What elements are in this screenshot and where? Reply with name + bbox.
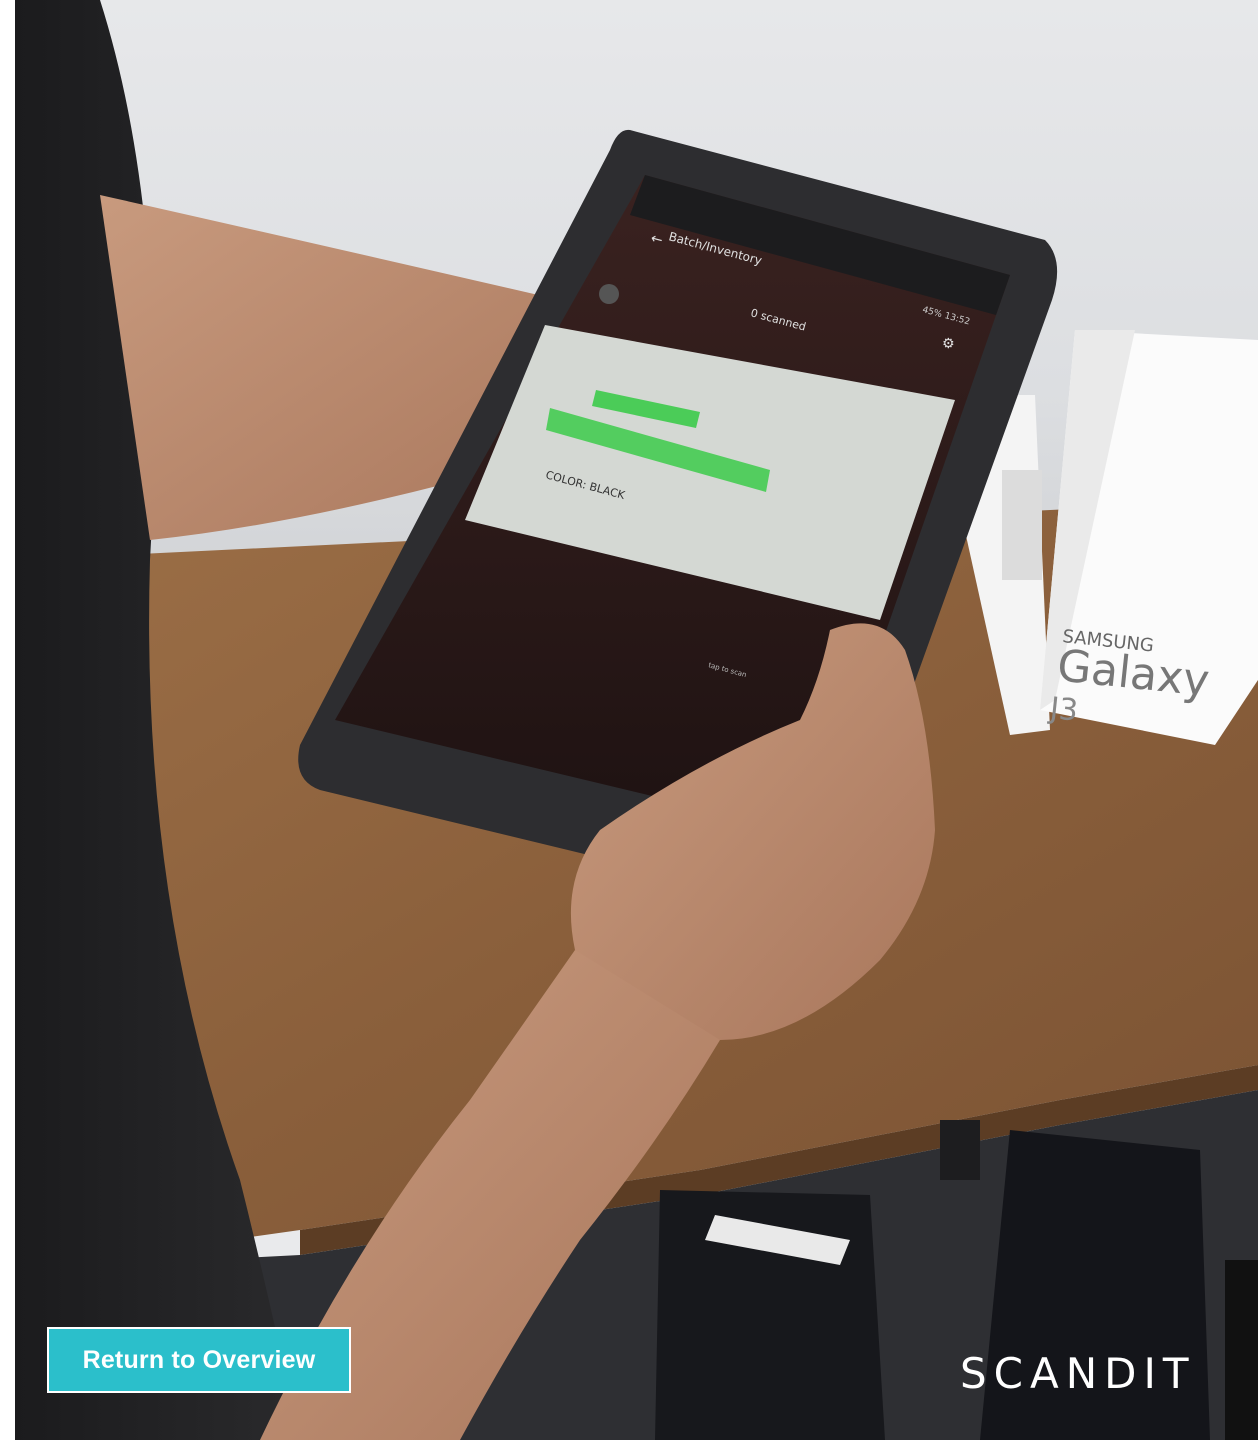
return-to-overview-button[interactable]: Return to Overview [47, 1327, 351, 1393]
box-model-text: J3 [1046, 691, 1079, 729]
gear-icon[interactable]: ⚙ [942, 336, 955, 352]
left-margin [0, 0, 15, 1440]
scandit-logo: SCANDIT [960, 1348, 1196, 1398]
camera-icon[interactable] [599, 284, 619, 304]
scene-illustration: SAMSUNG Galaxy J3 Batch/Inventory ← 0 sc… [15, 0, 1258, 1440]
video-frame: SAMSUNG Galaxy J3 Batch/Inventory ← 0 sc… [0, 0, 1258, 1440]
